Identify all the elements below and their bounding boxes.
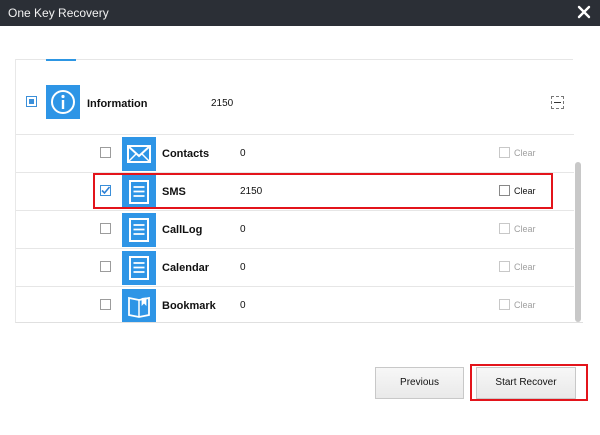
clear-label-sms: Clear (514, 186, 536, 196)
item-checkbox-sms[interactable] (100, 185, 111, 196)
clear-label-calllog: Clear (514, 224, 536, 234)
category-panel: Information 2150 Contacts 0 Clear SMS 21… (15, 59, 583, 323)
document-icon (122, 213, 156, 247)
group-row-information: Information 2150 (16, 71, 574, 135)
item-checkbox-calendar[interactable] (100, 261, 111, 272)
item-checkbox-contacts[interactable] (100, 147, 111, 158)
envelope-icon (122, 137, 156, 171)
item-name-bookmark: Bookmark (162, 300, 216, 312)
item-row-bookmark: Bookmark 0 Clear (16, 287, 574, 322)
document-icon (122, 251, 156, 285)
group-count: 2150 (211, 98, 234, 109)
previous-button[interactable]: Previous (375, 367, 464, 399)
close-icon[interactable] (574, 2, 594, 22)
clear-checkbox-calendar[interactable] (499, 261, 510, 272)
collapse-icon[interactable] (551, 96, 564, 109)
item-count-sms: 2150 (240, 186, 263, 197)
item-name-calllog: CallLog (162, 224, 203, 236)
item-name-sms: SMS (162, 186, 186, 198)
scrollbar-thumb[interactable] (575, 162, 581, 322)
item-count-contacts: 0 (240, 148, 246, 159)
item-row-sms: SMS 2150 Clear (16, 173, 574, 211)
start-recover-button[interactable]: Start Recover (476, 367, 576, 399)
clear-checkbox-bookmark[interactable] (499, 299, 510, 310)
title-bar: One Key Recovery (0, 0, 600, 26)
window-title: One Key Recovery (8, 6, 109, 20)
item-row-calllog: CallLog 0 Clear (16, 211, 574, 249)
item-name-calendar: Calendar (162, 262, 210, 274)
item-row-calendar: Calendar 0 Clear (16, 249, 574, 287)
item-checkbox-calllog[interactable] (100, 223, 111, 234)
document-icon (122, 175, 156, 209)
clear-label-contacts: Clear (514, 148, 536, 158)
group-checkbox-information[interactable] (26, 96, 37, 107)
group-name: Information (87, 98, 148, 110)
clear-checkbox-calllog[interactable] (499, 223, 510, 234)
item-count-calendar: 0 (240, 262, 246, 273)
clear-label-calendar: Clear (514, 262, 536, 272)
item-count-calllog: 0 (240, 224, 246, 235)
info-icon (46, 85, 80, 119)
item-count-bookmark: 0 (240, 300, 246, 311)
clear-checkbox-contacts[interactable] (499, 147, 510, 158)
item-row-contacts: Contacts 0 Clear (16, 135, 574, 173)
item-name-contacts: Contacts (162, 148, 210, 160)
clear-checkbox-sms[interactable] (499, 185, 510, 196)
item-checkbox-bookmark[interactable] (100, 299, 111, 310)
clear-label-bookmark: Clear (514, 300, 536, 310)
book-icon (122, 289, 156, 322)
